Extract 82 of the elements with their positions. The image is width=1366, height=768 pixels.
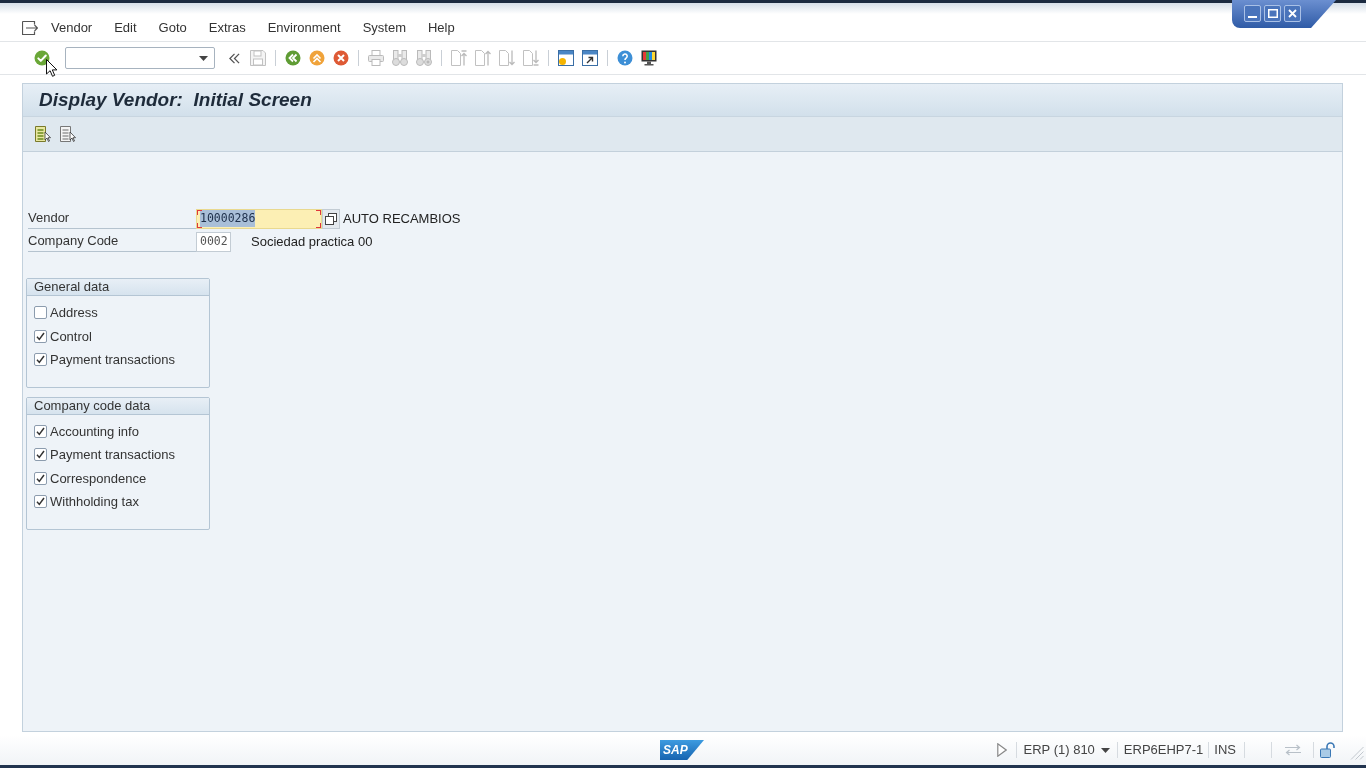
input-field[interactable]: 0002	[196, 231, 231, 252]
double-chevron-left-icon	[228, 52, 240, 64]
group-title: General data	[27, 279, 209, 296]
monitor-icon	[641, 50, 657, 66]
checkmark-icon	[36, 497, 45, 507]
menu-item[interactable]: Vendor	[51, 17, 93, 38]
checkbox[interactable]	[34, 471, 47, 485]
maximize-button[interactable]	[1264, 5, 1281, 22]
checkbox-label: Accounting info	[50, 422, 139, 441]
page-arrow-down-icon	[523, 50, 539, 66]
help-icon	[617, 50, 633, 66]
mouse-pointer-icon	[46, 59, 57, 77]
status-toggle-button[interactable]	[996, 743, 1007, 757]
new-session-button[interactable]	[558, 50, 574, 66]
logo: SAP	[660, 740, 704, 760]
checkbox[interactable]	[34, 306, 47, 320]
menu-item[interactable]: Environment	[267, 17, 341, 38]
application-toolbar-button[interactable]	[60, 126, 76, 142]
chevrons-up-circle-icon	[309, 50, 325, 66]
chevrons-left-circle-icon	[285, 50, 301, 66]
checkbox-label: Withholding tax	[50, 493, 139, 511]
shortcut-button[interactable]	[582, 50, 598, 66]
checkmark-icon	[36, 331, 45, 341]
dropdown-caret-icon	[199, 55, 208, 61]
binoculars-icon	[392, 50, 408, 66]
value-help-button[interactable]	[322, 208, 340, 229]
checkbox-label: Payment transactions	[50, 351, 175, 369]
back-button[interactable]	[285, 50, 301, 66]
menu-item[interactable]: Edit	[114, 17, 137, 38]
minimize-button[interactable]	[1244, 5, 1261, 22]
system-name: ERP (1) 810	[1023, 741, 1095, 760]
transfer-arrows-icon	[1284, 744, 1302, 756]
menu-item[interactable]: Goto	[158, 17, 187, 38]
page-arrow-up-icon	[451, 50, 467, 66]
checkbox[interactable]	[34, 353, 47, 367]
checkbox[interactable]	[34, 424, 47, 438]
system-menu-button[interactable]	[1100, 747, 1110, 753]
help-button[interactable]	[617, 50, 633, 66]
printer-icon	[368, 50, 384, 66]
x-circle-icon	[333, 50, 349, 66]
checkbox[interactable]	[34, 448, 47, 462]
dropdown-caret-icon	[1100, 747, 1110, 753]
close-button[interactable]	[1284, 5, 1301, 22]
overlapping-squares-icon	[325, 212, 337, 225]
field-description: AUTO RECAMBIOS	[343, 209, 461, 228]
menu-item[interactable]: Help	[427, 17, 455, 38]
checkbox-label: Address	[50, 304, 98, 322]
checkmark-icon	[36, 473, 45, 483]
page-arrow-up-icon	[475, 50, 491, 66]
page-arrow-down-icon	[499, 50, 515, 66]
menu-item[interactable]: Extras	[208, 17, 246, 38]
application-toolbar-button[interactable]	[35, 126, 51, 142]
minimize-icon	[1248, 16, 1257, 18]
checkbox-label: Correspondence	[50, 469, 147, 488]
checkmark-icon	[36, 426, 45, 436]
close-icon	[1288, 9, 1297, 18]
maximize-icon	[1267, 9, 1278, 18]
resize-grip-icon	[1350, 745, 1364, 760]
menu-item[interactable]: System	[362, 17, 406, 38]
menu-icon	[22, 20, 38, 35]
padlock-icon	[1320, 742, 1336, 758]
field-description: Sociedad practica 00	[251, 232, 373, 251]
triangle-right-icon	[996, 743, 1007, 757]
server-name: ERP6EHP7-1	[1123, 741, 1204, 760]
checkbox-label: Control	[50, 327, 92, 346]
input-mode: INS	[1214, 741, 1236, 760]
group-title: Company code data	[27, 397, 209, 415]
checkmark-icon	[36, 450, 45, 460]
check-circle-icon	[34, 50, 50, 66]
cancel-button[interactable]	[333, 50, 349, 66]
lock-button[interactable]	[1320, 742, 1336, 758]
checkbox[interactable]	[34, 495, 47, 509]
checkbox-label: Payment transactions	[50, 446, 175, 464]
document-list-arrow-icon	[35, 126, 51, 142]
checkbox[interactable]	[34, 329, 47, 343]
binoculars-icon	[416, 50, 432, 66]
input-field[interactable]: 10000286	[196, 208, 322, 229]
checkmark-icon	[36, 355, 45, 365]
command-field[interactable]	[65, 47, 215, 69]
document-list-arrow-icon	[60, 126, 76, 142]
screen-title: Display Vendor: Initial Screen	[39, 87, 312, 112]
customize-layout-button[interactable]	[641, 50, 657, 66]
